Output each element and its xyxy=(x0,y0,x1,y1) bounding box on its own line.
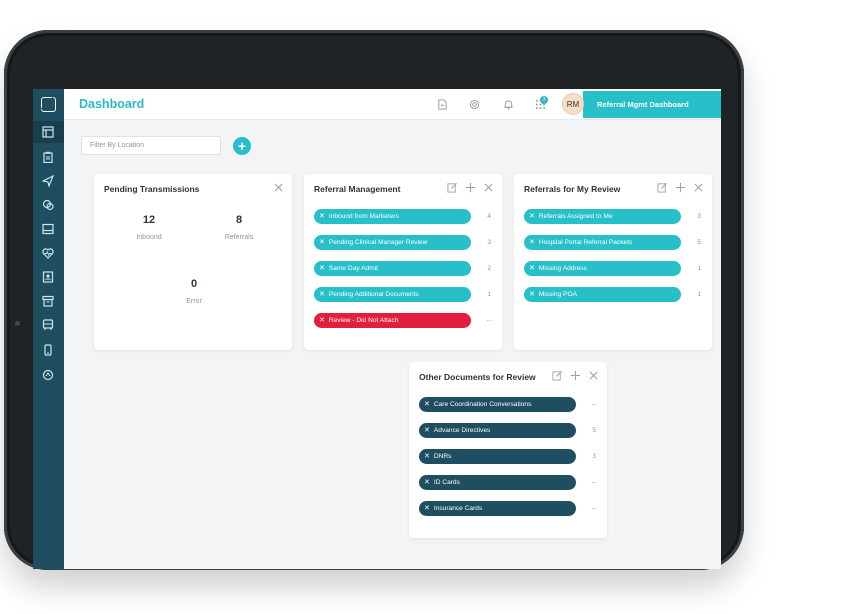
top-bar: Dashboard 3 Referral Mgmt Dashboard RM xyxy=(64,89,721,120)
list-item[interactable]: ✕ Missing Address xyxy=(524,261,681,276)
close-icon[interactable] xyxy=(588,370,599,381)
add-icon[interactable] xyxy=(675,182,686,193)
circle-arrows-icon[interactable] xyxy=(42,369,54,381)
filter-location-input[interactable]: Filter By Location xyxy=(81,136,221,155)
add-widget-button[interactable]: + xyxy=(233,137,251,155)
item-count: 5 xyxy=(697,239,701,246)
list-item[interactable]: ✕ Hospital Portal Referral Packets xyxy=(524,235,681,250)
inbox-icon[interactable] xyxy=(42,223,54,235)
add-icon[interactable] xyxy=(465,182,476,193)
add-icon[interactable] xyxy=(570,370,581,381)
referral-management-card: Referral Management ✕ Inbound from Market… xyxy=(304,174,502,350)
item-count: 1 xyxy=(487,291,491,298)
list-item[interactable]: ✕ Referrals Assigned to Me xyxy=(524,209,681,224)
list-item[interactable]: ✕ Advance Directives xyxy=(419,423,576,438)
camera-dot xyxy=(15,321,20,326)
item-count: -- xyxy=(486,317,491,324)
error-label: Error xyxy=(186,298,202,305)
page-title: Dashboard xyxy=(79,97,145,111)
brand-dashboard-label[interactable]: Referral Mgmt Dashboard xyxy=(583,91,721,118)
inbound-label: Inbound xyxy=(136,234,162,241)
referrals-count[interactable]: 8 xyxy=(209,214,269,226)
item-count: -- xyxy=(591,479,596,486)
tablet-frame: Dashboard 3 Referral Mgmt Dashboard RM F… xyxy=(4,30,744,570)
list-item[interactable]: ✕ Insurance Cards xyxy=(419,501,576,516)
card-title: Other Documents for Review xyxy=(419,372,536,382)
item-count: 5 xyxy=(592,427,596,434)
list-item[interactable]: ✕ Inbound from Marketers xyxy=(314,209,471,224)
list-item[interactable]: ✕ Pending Additional Documents xyxy=(314,287,471,302)
grid-icon[interactable] xyxy=(42,126,54,138)
pending-transmissions-card: Pending Transmissions 12 Inbound 8 Refer… xyxy=(94,174,292,350)
bus-icon[interactable] xyxy=(42,319,54,331)
card-title: Referrals for My Review xyxy=(524,184,621,194)
other-documents-card: Other Documents for Review ✕ Care Coordin… xyxy=(409,362,607,538)
edit-icon[interactable] xyxy=(657,182,668,193)
contacts-icon[interactable] xyxy=(42,271,54,283)
item-count: 2 xyxy=(487,265,491,272)
list-item[interactable]: ✕ Review - Did Not Attach xyxy=(314,313,471,328)
archive-icon[interactable] xyxy=(42,295,54,307)
item-count: 4 xyxy=(487,213,491,220)
close-icon[interactable] xyxy=(693,182,704,193)
edit-icon[interactable] xyxy=(552,370,563,381)
item-count: 3 xyxy=(592,453,596,460)
app-screen: Dashboard 3 Referral Mgmt Dashboard RM F… xyxy=(33,89,721,569)
list-item[interactable]: ✕ DNRs xyxy=(419,449,576,464)
sidebar xyxy=(33,89,64,569)
list-item[interactable]: ✕ Pending Clinical Manager Review xyxy=(314,235,471,250)
chat-icon[interactable] xyxy=(42,199,54,211)
avatar[interactable]: RM xyxy=(562,93,584,115)
list-item[interactable]: ✕ ID Cards xyxy=(419,475,576,490)
file-icon[interactable] xyxy=(437,99,448,110)
item-count: 1 xyxy=(697,291,701,298)
error-count[interactable]: 0 xyxy=(164,278,224,290)
inbound-count[interactable]: 12 xyxy=(119,214,179,226)
close-icon[interactable] xyxy=(273,182,284,193)
phone-icon[interactable] xyxy=(42,344,54,356)
bell-icon[interactable] xyxy=(503,99,514,110)
list-item[interactable]: ✕ Care Coordination Conversations xyxy=(419,397,576,412)
item-count: 1 xyxy=(697,265,701,272)
referrals-label: Referrals xyxy=(224,234,254,241)
apps-grid-icon[interactable] xyxy=(535,99,546,110)
item-count: 3 xyxy=(697,213,701,220)
card-title: Referral Management xyxy=(314,184,401,194)
item-count: -- xyxy=(591,505,596,512)
edit-icon[interactable] xyxy=(447,182,458,193)
heart-pulse-icon[interactable] xyxy=(42,247,54,259)
settings-icon[interactable] xyxy=(469,99,480,110)
card-title: Pending Transmissions xyxy=(104,184,200,194)
clipboard-icon[interactable] xyxy=(42,151,54,163)
close-icon[interactable] xyxy=(483,182,494,193)
referrals-for-my-review-card: Referrals for My Review ✕ Referrals Assig… xyxy=(514,174,712,350)
app-logo-icon[interactable] xyxy=(33,89,64,119)
item-count: 3 xyxy=(487,239,491,246)
list-item[interactable]: ✕ Same Day Admit xyxy=(314,261,471,276)
send-icon[interactable] xyxy=(42,175,54,187)
item-count: -- xyxy=(591,401,596,408)
list-item[interactable]: ✕ Missing POA xyxy=(524,287,681,302)
